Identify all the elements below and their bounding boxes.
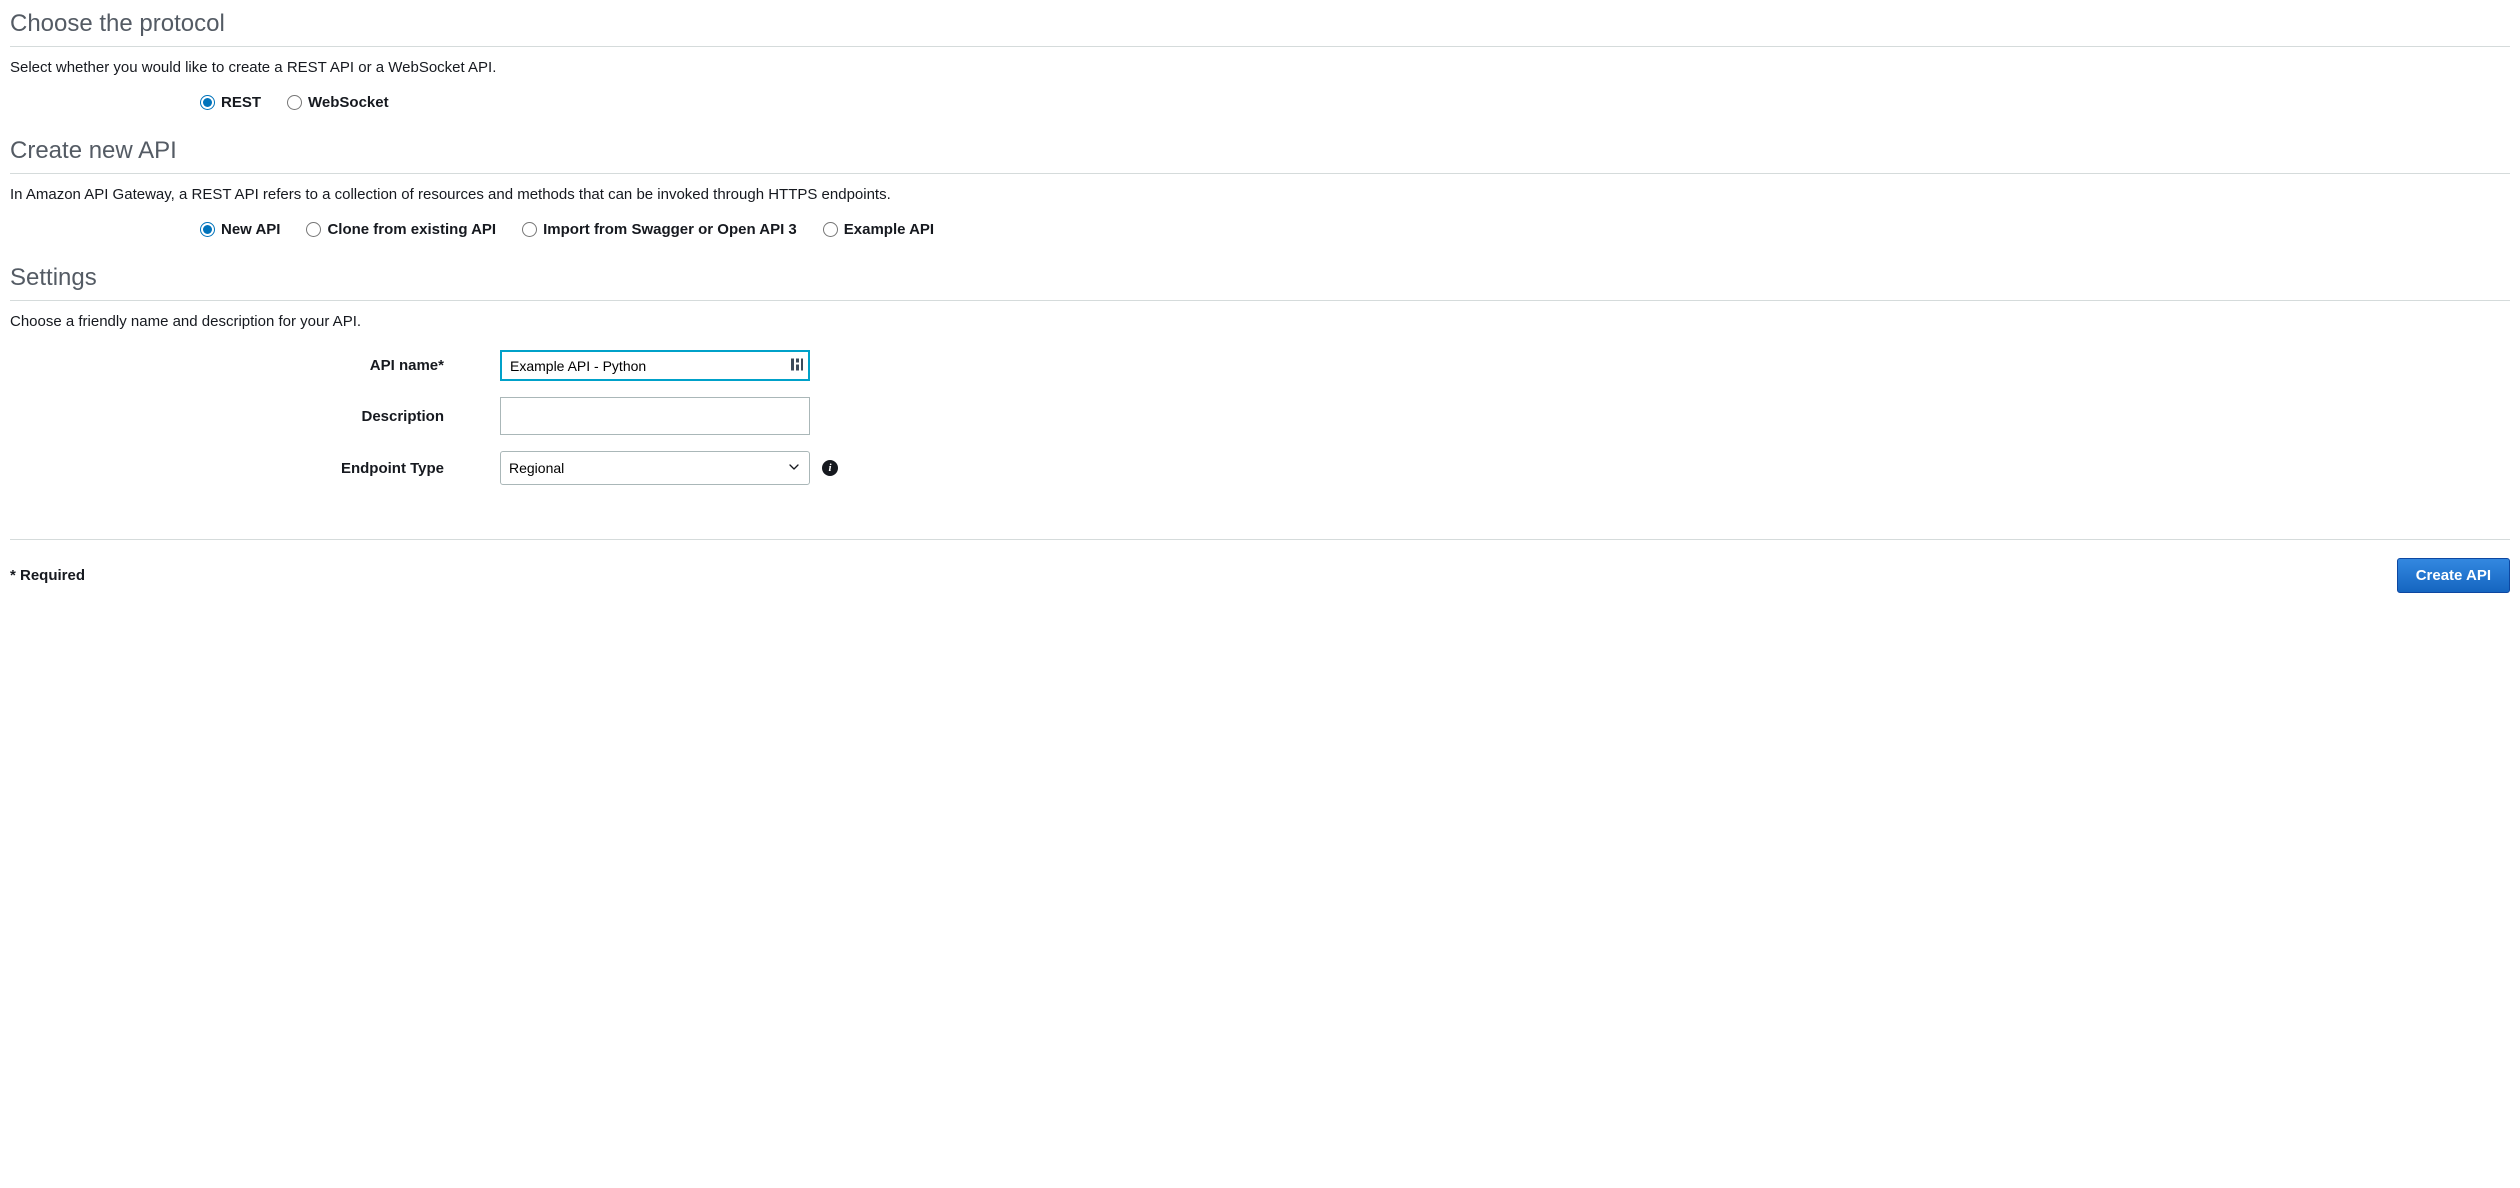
create-new-radio-clone-input[interactable] (306, 222, 321, 237)
create-new-section-description: In Amazon API Gateway, a REST API refers… (10, 186, 2510, 203)
create-api-button[interactable]: Create API (2397, 558, 2510, 593)
create-new-radio-import-label: Import from Swagger or Open API 3 (543, 221, 797, 238)
description-row: Description (10, 397, 2510, 435)
create-new-radio-new-input[interactable] (200, 222, 215, 237)
api-name-row: API name* (10, 350, 2510, 381)
create-new-radio-clone[interactable]: Clone from existing API (306, 221, 496, 238)
create-new-radio-new[interactable]: New API (200, 221, 280, 238)
create-new-radio-import[interactable]: Import from Swagger or Open API 3 (522, 221, 797, 238)
protocol-radio-websocket-label: WebSocket (308, 94, 389, 111)
create-new-radio-clone-label: Clone from existing API (327, 221, 496, 238)
protocol-section-title: Choose the protocol (10, 10, 2510, 47)
description-label: Description (10, 408, 500, 425)
protocol-radio-group: REST WebSocket (200, 94, 2510, 111)
protocol-radio-rest-input[interactable] (200, 95, 215, 110)
endpoint-type-select[interactable]: Regional (500, 451, 810, 485)
protocol-radio-rest[interactable]: REST (200, 94, 261, 111)
footer-row: * Required Create API (10, 558, 2510, 593)
api-name-label: API name* (10, 357, 500, 374)
endpoint-type-label: Endpoint Type (10, 460, 500, 477)
create-new-radio-new-label: New API (221, 221, 280, 238)
settings-section-title: Settings (10, 264, 2510, 301)
required-note: * Required (10, 567, 85, 584)
create-new-radio-import-input[interactable] (522, 222, 537, 237)
api-name-input[interactable] (500, 350, 810, 381)
protocol-radio-rest-label: REST (221, 94, 261, 111)
info-icon[interactable]: i (822, 460, 838, 476)
footer-divider (10, 539, 2510, 540)
protocol-radio-websocket[interactable]: WebSocket (287, 94, 389, 111)
create-new-radio-group: New API Clone from existing API Import f… (200, 221, 2510, 238)
protocol-section-description: Select whether you would like to create … (10, 59, 2510, 76)
settings-section-description: Choose a friendly name and description f… (10, 313, 2510, 330)
protocol-radio-websocket-input[interactable] (287, 95, 302, 110)
create-new-section-title: Create new API (10, 137, 2510, 174)
create-new-radio-example[interactable]: Example API (823, 221, 934, 238)
description-input[interactable] (500, 397, 810, 435)
settings-form: API name* Description Endpoint Type (10, 350, 2510, 485)
create-new-radio-example-label: Example API (844, 221, 934, 238)
endpoint-type-row: Endpoint Type Regional i (10, 451, 2510, 485)
create-new-radio-example-input[interactable] (823, 222, 838, 237)
